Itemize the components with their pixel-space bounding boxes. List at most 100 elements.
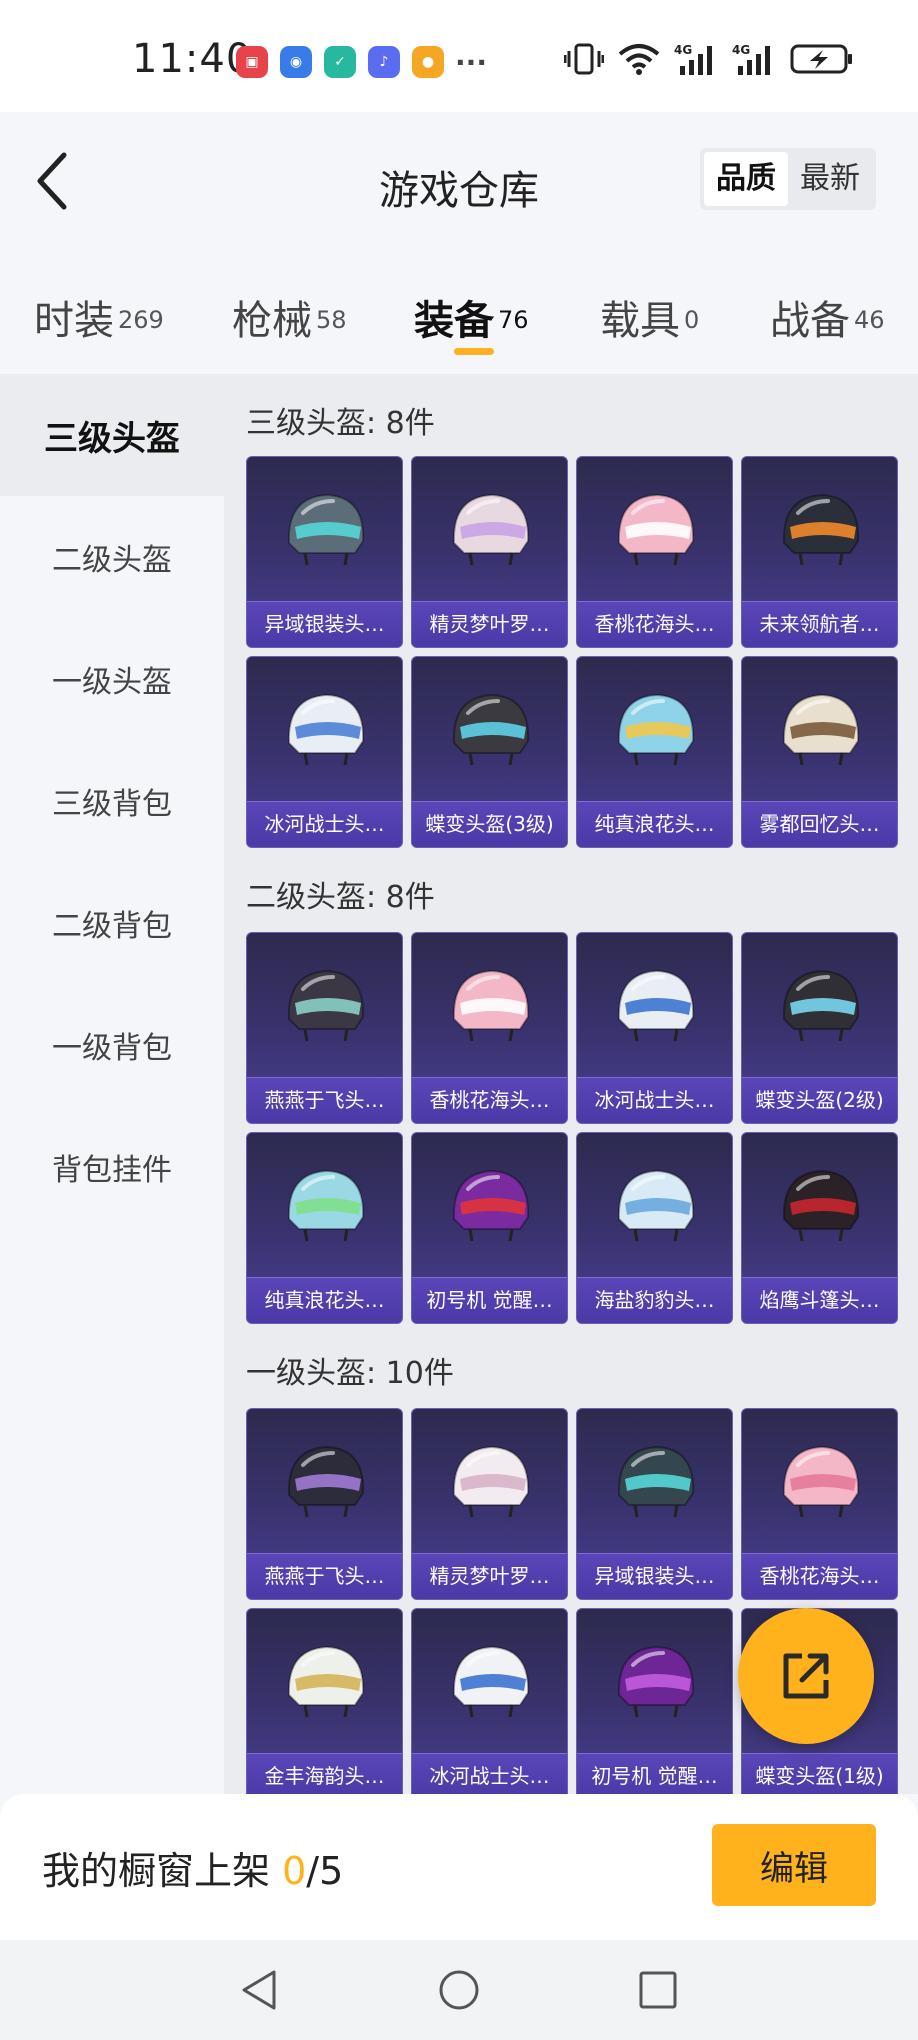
- item-card[interactable]: 纯真浪花头…: [576, 656, 733, 848]
- item-name: 蝶变头盔(3级): [425, 812, 554, 836]
- edit-button[interactable]: 编辑: [712, 1824, 876, 1906]
- item-card[interactable]: 未来领航者…: [741, 456, 898, 648]
- security-shield-icon: ✓: [324, 46, 356, 78]
- tab-label: 装备: [414, 298, 494, 344]
- nav-back-button[interactable]: [230, 1960, 290, 2020]
- item-card[interactable]: 燕燕于飞头…: [246, 1408, 403, 1600]
- item-name: 燕燕于飞头…: [264, 1088, 385, 1112]
- more-notifications-icon: ···: [455, 45, 487, 79]
- tab-count: 0: [684, 305, 700, 334]
- notification-icons: ▣ ◉ ✓ ♪ ● ···: [236, 45, 487, 79]
- item-card[interactable]: 香桃花海头…: [576, 456, 733, 648]
- item-card[interactable]: 金丰海韵头…: [246, 1608, 403, 1794]
- nav-recents-button[interactable]: [628, 1960, 688, 2020]
- signal-4g-icon-2: 4G: [732, 42, 776, 76]
- item-card[interactable]: 异域银装头…: [246, 456, 403, 648]
- item-name: 纯真浪花头…: [594, 812, 715, 836]
- triangle-back-icon: [242, 1970, 276, 2010]
- item-grid-level3-helmet: 异域银装头… 精灵梦叶罗… 香桃花海头… 未来领航者… 冰河战士头… 蝶变头盔(3级) 纯真…: [246, 456, 898, 848]
- item-card[interactable]: 焰鹰斗篷头…: [741, 1132, 898, 1324]
- item-card[interactable]: 异域银装头…: [576, 1408, 733, 1600]
- sort-toggle: 品质 最新: [700, 148, 876, 210]
- item-name: 未来领航者…: [759, 612, 880, 636]
- header: 游戏仓库 品质 最新: [0, 112, 918, 252]
- helmet-icon: [452, 1445, 530, 1518]
- square-recents-icon: [639, 1971, 677, 2009]
- status-bar: 11:40 ▣ ◉ ✓ ♪ ● ··· 4G 4G: [0, 0, 918, 112]
- item-name: 雾都回忆头…: [759, 812, 880, 836]
- tab-count: 76: [498, 305, 529, 334]
- showcase-label: 我的橱窗上架 0/5: [42, 1840, 343, 1895]
- helmet-icon: [452, 693, 530, 766]
- item-name: 纯真浪花头…: [264, 1288, 385, 1312]
- sidebar-item-level3-backpack[interactable]: 三级背包: [0, 740, 224, 862]
- helmet-icon: [287, 1169, 365, 1242]
- sidebar-item-level2-helmet[interactable]: 二级头盔: [0, 496, 224, 618]
- share-button[interactable]: [738, 1608, 874, 1744]
- item-card[interactable]: 初号机 觉醒…: [411, 1132, 568, 1324]
- share-external-icon: [783, 1653, 829, 1699]
- item-name: 香桃花海头…: [759, 1564, 880, 1588]
- nav-home-button[interactable]: [429, 1960, 489, 2020]
- section-title-level3-helmet: 三级头盔: 8件: [246, 406, 435, 441]
- item-card[interactable]: 初号机 觉醒…: [576, 1608, 733, 1794]
- category-tabs: 时装 269 枪械 58 装备 76 载具 0 战备 46: [0, 252, 918, 374]
- item-card[interactable]: 香桃花海头…: [741, 1408, 898, 1600]
- helmet-icon: [452, 1169, 530, 1242]
- tab-count: 58: [316, 305, 347, 334]
- item-grid-level2-helmet: 燕燕于飞头… 香桃花海头… 冰河战士头… 蝶变头盔(2级) 纯真浪花头… 初号机 觉醒… 海…: [246, 932, 898, 1324]
- item-name: 异域银装头…: [594, 1564, 715, 1588]
- helmet-icon: [782, 1169, 860, 1242]
- item-card[interactable]: 蝶变头盔(2级): [741, 932, 898, 1124]
- wifi-icon: [618, 42, 660, 76]
- tab-equipment[interactable]: 装备 76: [414, 252, 529, 355]
- sidebar-item-level2-backpack[interactable]: 二级背包: [0, 862, 224, 984]
- tab-label: 时装: [34, 298, 114, 344]
- sidebar-item-level1-helmet[interactable]: 一级头盔: [0, 618, 224, 740]
- item-card[interactable]: 精灵梦叶罗…: [411, 1408, 568, 1600]
- tab-fashion[interactable]: 时装 269: [34, 252, 164, 346]
- helmet-icon: [782, 969, 860, 1042]
- item-card[interactable]: 冰河战士头…: [576, 932, 733, 1124]
- helmet-icon: [617, 1445, 695, 1518]
- item-name: 海盐豹豹头…: [594, 1288, 715, 1312]
- music-icon: ♪: [368, 46, 400, 78]
- tab-supplies[interactable]: 战备 46: [770, 252, 885, 346]
- item-name: 冰河战士头…: [264, 812, 385, 836]
- sort-by-newest[interactable]: 最新: [788, 152, 872, 206]
- item-name: 香桃花海头…: [429, 1088, 550, 1112]
- item-name: 冰河战士头…: [429, 1764, 550, 1788]
- battery-charging-icon: [790, 42, 854, 76]
- helmet-icon: [287, 693, 365, 766]
- item-card[interactable]: 香桃花海头…: [411, 932, 568, 1124]
- helmet-icon: [287, 1645, 365, 1718]
- item-name: 精灵梦叶罗…: [429, 612, 550, 636]
- sidebar: 三级头盔 二级头盔 一级头盔 三级背包 二级背包 一级背包 背包挂件: [0, 374, 224, 1794]
- helmet-icon: [617, 1645, 695, 1718]
- helmet-icon: [782, 493, 860, 566]
- tab-label: 载具: [600, 298, 680, 344]
- item-card[interactable]: 纯真浪花头…: [246, 1132, 403, 1324]
- item-name: 燕燕于飞头…: [264, 1564, 385, 1588]
- item-card[interactable]: 冰河战士头…: [411, 1608, 568, 1794]
- item-card[interactable]: 精灵梦叶罗…: [411, 456, 568, 648]
- tab-firearms[interactable]: 枪械 58: [232, 252, 347, 346]
- item-card[interactable]: 海盐豹豹头…: [576, 1132, 733, 1324]
- sort-by-quality[interactable]: 品质: [704, 152, 788, 206]
- helmet-icon: [452, 969, 530, 1042]
- sidebar-item-level3-helmet[interactable]: 三级头盔: [0, 374, 224, 496]
- item-name: 冰河战士头…: [594, 1088, 715, 1112]
- tab-count: 46: [854, 305, 885, 334]
- helmet-icon: [782, 1445, 860, 1518]
- item-card[interactable]: 冰河战士头…: [246, 656, 403, 848]
- sidebar-item-level1-backpack[interactable]: 一级背包: [0, 984, 224, 1106]
- helmet-icon: [287, 969, 365, 1042]
- sidebar-item-backpack-charm[interactable]: 背包挂件: [0, 1106, 224, 1228]
- active-tab-indicator: [454, 348, 494, 355]
- showcase-label-text: 我的橱窗上架: [42, 1849, 283, 1893]
- item-card[interactable]: 雾都回忆头…: [741, 656, 898, 848]
- item-card[interactable]: 燕燕于飞头…: [246, 932, 403, 1124]
- tab-vehicles[interactable]: 载具 0: [600, 252, 699, 346]
- item-name: 异域银装头…: [264, 612, 385, 636]
- item-card[interactable]: 蝶变头盔(3级): [411, 656, 568, 848]
